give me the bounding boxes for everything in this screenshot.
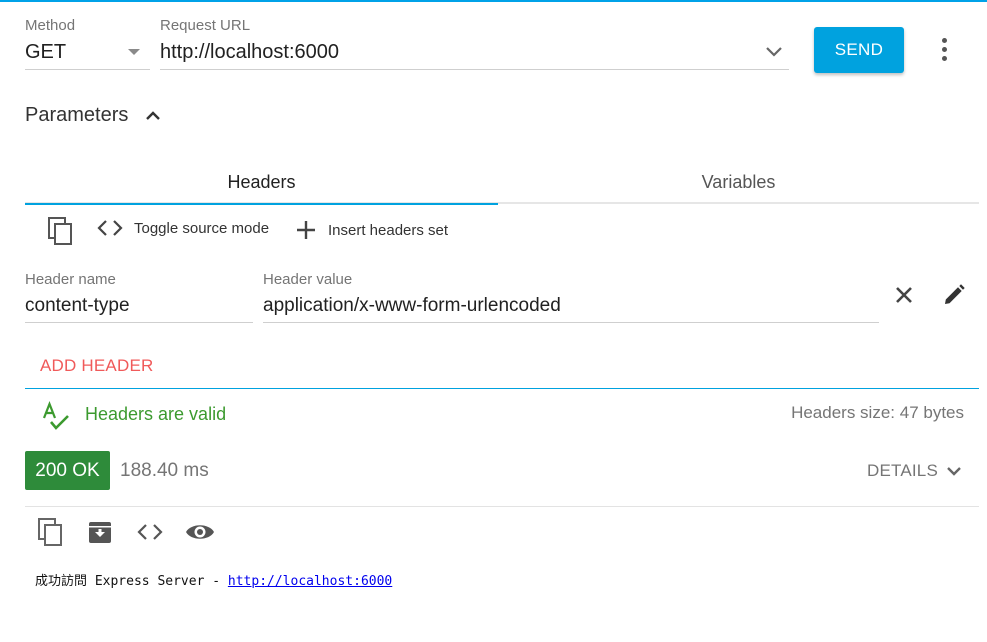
response-body-link[interactable]: http://localhost:6000 xyxy=(228,574,392,589)
send-button[interactable]: SEND xyxy=(814,27,904,73)
plus-icon xyxy=(294,218,318,242)
header-value-underline xyxy=(263,322,879,323)
status-badge: 200 OK xyxy=(25,451,110,490)
url-label: Request URL xyxy=(160,17,251,34)
eye-icon[interactable] xyxy=(184,519,216,545)
method-select[interactable]: GET xyxy=(25,38,150,70)
chevron-up-icon[interactable] xyxy=(142,104,164,126)
headers-size-text: Headers size: 47 bytes xyxy=(791,403,964,422)
code-icon xyxy=(96,218,124,238)
top-accent-bar xyxy=(0,0,987,2)
headers-valid-text: Headers are valid xyxy=(85,404,227,424)
header-value-input[interactable]: application/x-www-form-urlencoded xyxy=(263,295,561,317)
chevron-down-icon xyxy=(946,466,962,477)
method-label: Method xyxy=(25,17,76,34)
close-icon[interactable] xyxy=(891,282,917,308)
parameters-title: Parameters xyxy=(25,104,129,126)
header-name-label: Header name xyxy=(25,271,116,288)
response-body: 成功訪問 Express Server - http://localhost:6… xyxy=(35,570,392,589)
archive-icon[interactable] xyxy=(85,517,115,547)
insert-headers-label: Insert headers set xyxy=(328,221,449,239)
tab-indicator xyxy=(25,203,498,205)
details-button[interactable]: DETAILS xyxy=(867,461,962,481)
response-divider xyxy=(25,506,979,507)
tab-variables[interactable]: Variables xyxy=(498,160,979,204)
url-underline xyxy=(160,69,789,70)
caret-down-icon xyxy=(128,49,140,55)
header-name-input[interactable]: content-type xyxy=(25,295,130,317)
chevron-down-icon[interactable] xyxy=(762,40,786,64)
tab-headers[interactable]: Headers xyxy=(25,160,498,204)
details-label: DETAILS xyxy=(867,461,938,480)
headers-divider xyxy=(25,388,979,389)
copy-icon[interactable] xyxy=(44,215,76,247)
url-input[interactable]: http://localhost:6000 xyxy=(160,41,339,64)
response-time: 188.40 ms xyxy=(120,460,209,481)
header-name-underline xyxy=(25,322,253,323)
method-value: GET xyxy=(25,41,67,63)
spellcheck-icon xyxy=(41,401,71,431)
insert-headers-button[interactable]: Insert headers set xyxy=(294,218,448,242)
pencil-icon[interactable] xyxy=(940,281,968,309)
copy-icon[interactable] xyxy=(34,516,66,548)
header-value-label: Header value xyxy=(263,271,353,288)
add-header-button[interactable]: ADD HEADER xyxy=(40,356,153,376)
more-vert-icon[interactable] xyxy=(930,32,958,66)
code-icon[interactable] xyxy=(135,518,165,546)
response-body-text: 成功訪問 Express Server - xyxy=(35,574,228,589)
toggle-source-label: Toggle source mode xyxy=(134,219,270,237)
toggle-source-button[interactable]: Toggle source mode xyxy=(96,218,269,238)
method-underline xyxy=(25,69,150,70)
